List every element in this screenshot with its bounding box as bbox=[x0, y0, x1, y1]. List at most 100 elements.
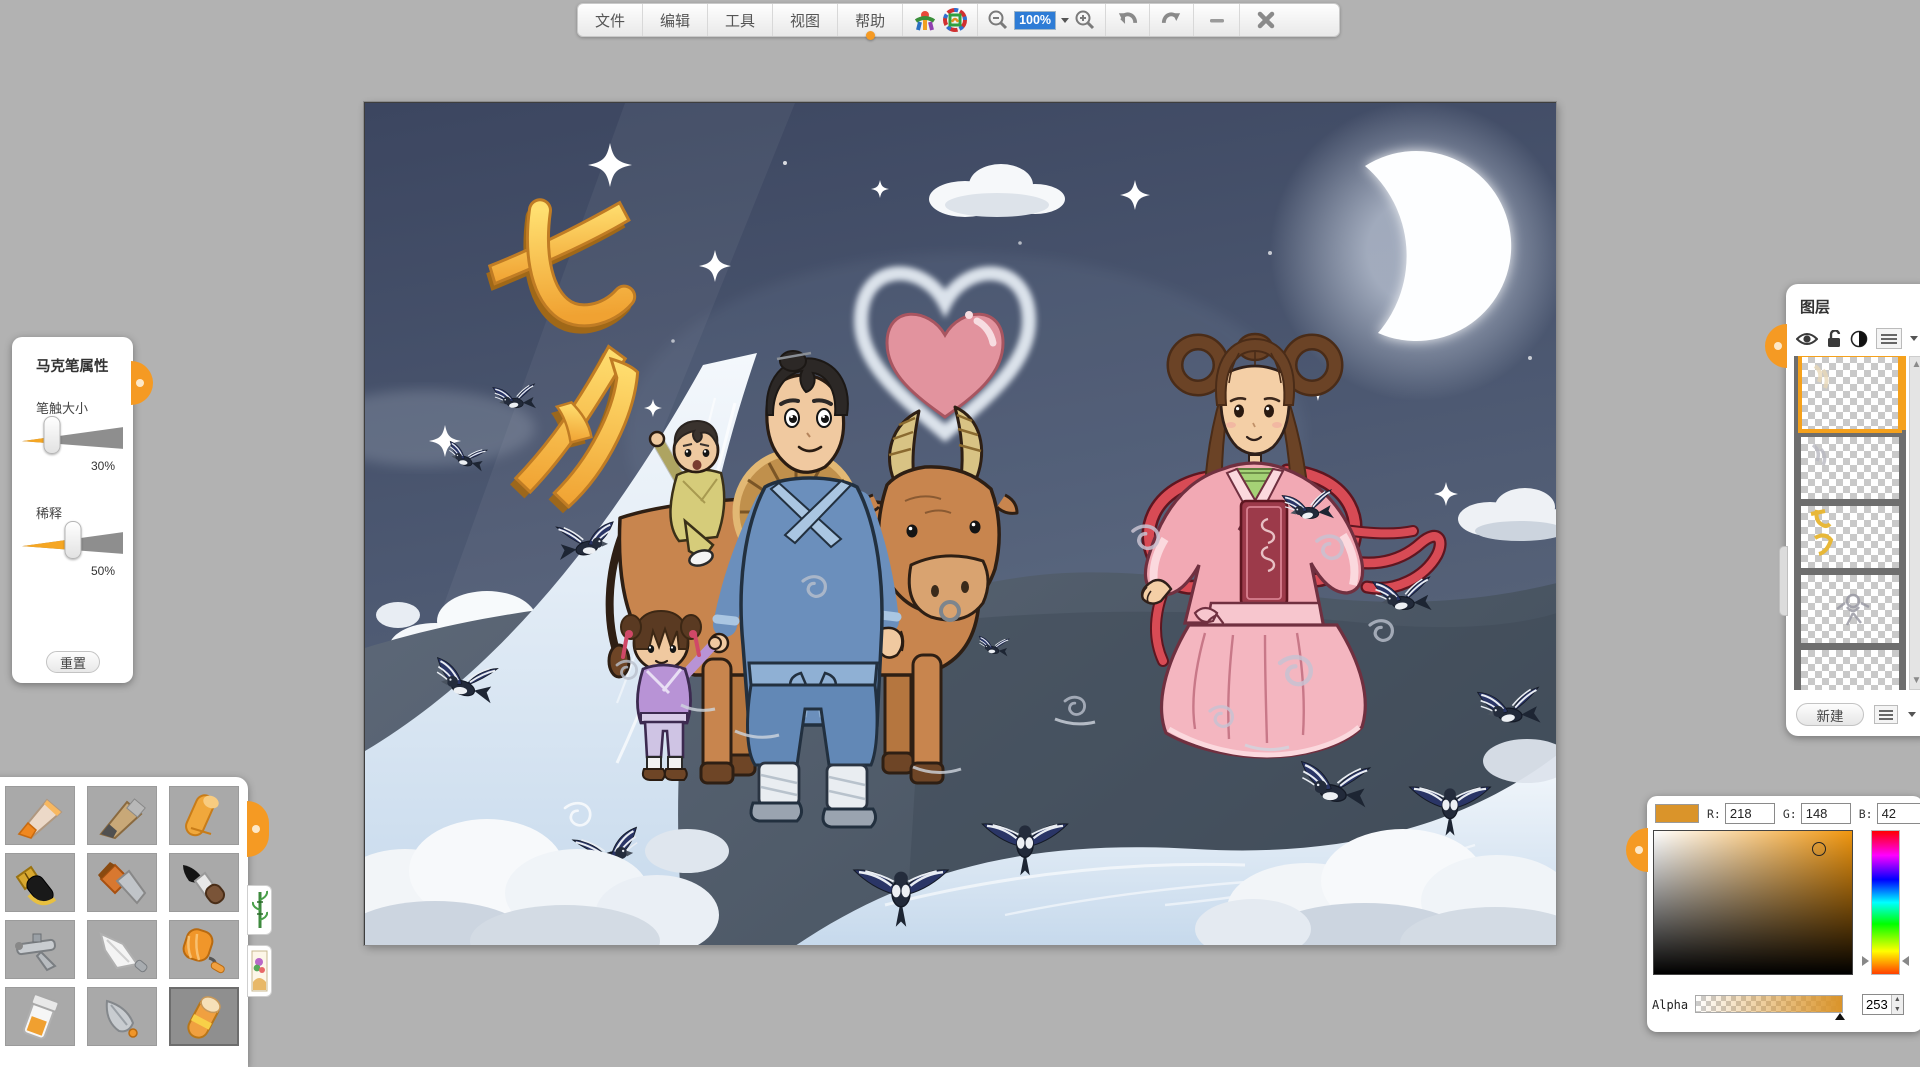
tool-paint-jar[interactable] bbox=[5, 987, 75, 1046]
hue-marker-left[interactable] bbox=[1862, 956, 1869, 966]
marker-panel-handle[interactable] bbox=[131, 361, 153, 405]
tool-pencil[interactable] bbox=[87, 786, 157, 845]
alpha-spin-down-icon[interactable]: ▼ bbox=[1892, 1005, 1903, 1015]
menu-tools[interactable]: 工具 bbox=[708, 4, 773, 36]
menu-edit[interactable]: 编辑 bbox=[643, 4, 708, 36]
tool-palette-handle[interactable] bbox=[247, 801, 269, 857]
layer-row[interactable] bbox=[1801, 575, 1899, 643]
zoom-out-icon[interactable] bbox=[987, 9, 1009, 31]
tool-pastel[interactable] bbox=[169, 786, 239, 845]
minimize-button[interactable] bbox=[1194, 4, 1240, 36]
dilution-slider-thumb[interactable] bbox=[64, 521, 81, 559]
logo-group bbox=[903, 4, 978, 36]
tool-fountain-pen[interactable] bbox=[5, 853, 75, 912]
undo-button[interactable] bbox=[1106, 4, 1150, 36]
layers-panel-handle[interactable] bbox=[1765, 324, 1787, 368]
reset-button[interactable]: 重置 bbox=[46, 651, 100, 673]
tool-paint-roller[interactable] bbox=[169, 920, 239, 979]
layer-thumbnail bbox=[1801, 506, 1899, 568]
g-label: G: bbox=[1783, 807, 1797, 821]
tool-spatula[interactable] bbox=[87, 987, 157, 1046]
alpha-value[interactable]: 253 bbox=[1863, 995, 1891, 1014]
color-picker-panel: R: G: B: Alpha 253 ▲ ▼ bbox=[1647, 796, 1920, 1032]
tool-flat-brush[interactable] bbox=[87, 853, 157, 912]
color-panel-handle[interactable] bbox=[1626, 828, 1648, 872]
layers-toolbar bbox=[1796, 328, 1918, 349]
scroll-down-icon[interactable]: ▼ bbox=[1910, 674, 1920, 688]
palette-knife-icon bbox=[93, 926, 151, 974]
layer-thumbnail bbox=[1801, 437, 1899, 499]
eye-icon[interactable] bbox=[1796, 331, 1818, 347]
tool-palette-knife[interactable] bbox=[87, 920, 157, 979]
alpha-slider[interactable] bbox=[1695, 995, 1843, 1013]
r-label: R: bbox=[1707, 807, 1721, 821]
unlock-icon[interactable] bbox=[1826, 330, 1842, 348]
bamboo-icon bbox=[252, 890, 268, 930]
qixi-artwork bbox=[365, 103, 1557, 946]
layer-menu-caret[interactable] bbox=[1908, 712, 1916, 717]
alpha-label: Alpha bbox=[1652, 998, 1688, 1012]
tool-marker[interactable] bbox=[169, 987, 239, 1046]
color-wheel-icon[interactable] bbox=[942, 7, 968, 33]
layer-list-mode-button[interactable] bbox=[1876, 328, 1902, 349]
r-input[interactable] bbox=[1725, 803, 1775, 824]
current-color-swatch[interactable] bbox=[1655, 804, 1699, 823]
b-input[interactable] bbox=[1877, 803, 1920, 824]
tool-colored-pencil[interactable] bbox=[5, 786, 75, 845]
drawing-canvas[interactable] bbox=[364, 102, 1556, 945]
tool-ink-brush[interactable] bbox=[169, 853, 239, 912]
zoom-in-icon[interactable] bbox=[1074, 9, 1096, 31]
pastel-icon bbox=[175, 792, 233, 840]
dilution-label: 稀释 bbox=[36, 503, 123, 522]
menu-file[interactable]: 文件 bbox=[578, 4, 643, 36]
brush-size-slider-thumb[interactable] bbox=[44, 416, 61, 454]
tool-airbrush[interactable] bbox=[5, 920, 75, 979]
close-button[interactable] bbox=[1240, 4, 1292, 36]
layers-panel-title: 图层 bbox=[1800, 296, 1920, 317]
layer-row[interactable] bbox=[1801, 356, 1899, 430]
hue-marker-right[interactable] bbox=[1902, 956, 1909, 966]
alpha-spinner[interactable]: ▲ ▼ bbox=[1891, 995, 1903, 1014]
pencil-icon bbox=[93, 792, 151, 840]
dilution-slider-block: 稀释 50% bbox=[22, 503, 123, 578]
g-input[interactable] bbox=[1801, 803, 1851, 824]
brush-size-label: 笔触大小 bbox=[36, 398, 123, 417]
undo-icon bbox=[1116, 9, 1139, 31]
brush-size-slider-block: 笔触大小 30% bbox=[22, 398, 123, 473]
layer-list-scrollbar[interactable]: ▲ ▼ bbox=[1909, 356, 1920, 690]
bamboo-stamp-tab[interactable] bbox=[247, 885, 272, 935]
alpha-spin-up-icon[interactable]: ▲ bbox=[1892, 995, 1903, 1005]
zoom-level-input[interactable]: 100% bbox=[1014, 11, 1056, 30]
brush-size-slider[interactable] bbox=[22, 425, 123, 451]
fountain-pen-icon bbox=[11, 859, 69, 907]
b-label: B: bbox=[1859, 807, 1873, 821]
picture-stamp-tab[interactable] bbox=[247, 945, 272, 997]
marker-icon bbox=[175, 993, 233, 1041]
paint-jar-icon bbox=[11, 993, 69, 1041]
layers-side-tab[interactable] bbox=[1779, 546, 1788, 616]
toolbar-handle-dot[interactable] bbox=[866, 31, 875, 40]
minimize-icon bbox=[1207, 10, 1227, 30]
layer-options-caret[interactable] bbox=[1910, 336, 1918, 341]
tool-grid bbox=[5, 786, 239, 1046]
saturation-value-picker[interactable] bbox=[1653, 830, 1853, 975]
contrast-icon[interactable] bbox=[1850, 330, 1868, 348]
ink-brush-icon bbox=[175, 859, 233, 907]
layer-menu-button[interactable] bbox=[1874, 705, 1898, 724]
layer-row[interactable] bbox=[1801, 437, 1899, 499]
zoom-dropdown-caret[interactable] bbox=[1061, 18, 1069, 23]
redo-button[interactable] bbox=[1150, 4, 1194, 36]
sv-cursor[interactable] bbox=[1812, 842, 1826, 856]
new-layer-button[interactable]: 新建 bbox=[1796, 703, 1864, 726]
hue-slider[interactable] bbox=[1871, 830, 1900, 975]
alpha-marker[interactable] bbox=[1835, 1013, 1845, 1020]
menu-view[interactable]: 视图 bbox=[773, 4, 838, 36]
layer-thumbnail bbox=[1801, 575, 1899, 643]
layer-row[interactable] bbox=[1801, 650, 1899, 690]
brush-size-value: 30% bbox=[22, 459, 115, 473]
scroll-up-icon[interactable]: ▲ bbox=[1910, 358, 1920, 372]
picture-stamp-icon bbox=[251, 950, 268, 992]
dilution-value: 50% bbox=[22, 564, 115, 578]
layer-row[interactable] bbox=[1801, 506, 1899, 568]
app-logo-icon[interactable] bbox=[912, 7, 938, 33]
